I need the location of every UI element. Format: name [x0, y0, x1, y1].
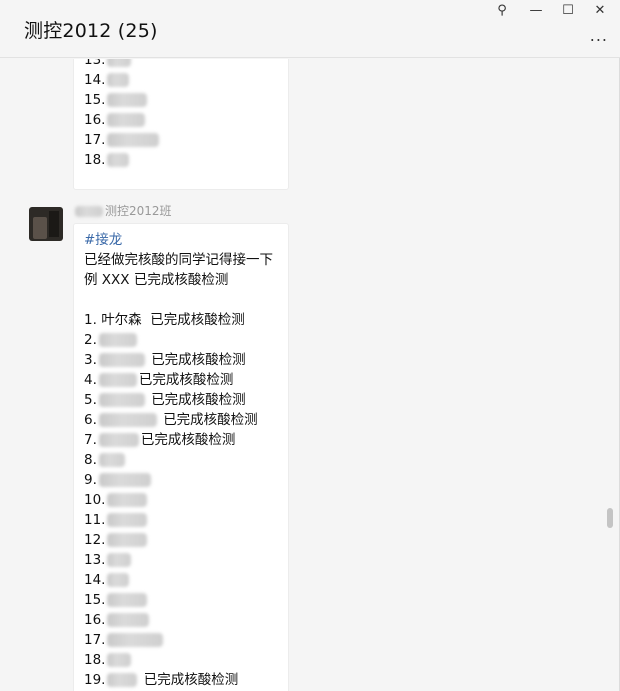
- list-item: 3. 已完成核酸检测: [84, 352, 246, 368]
- list-item: 14.: [84, 570, 278, 590]
- avatar[interactable]: [29, 207, 63, 241]
- list-item: 1. 叶尔森 已完成核酸检测: [84, 312, 245, 328]
- list-item: 4. 已完成核酸检测: [84, 372, 234, 388]
- list-item: 5. 已完成核酸检测: [84, 392, 246, 408]
- message-text: 例 XXX 已完成核酸检测: [84, 272, 229, 288]
- message-bubble[interactable]: #接龙 已经做完核酸的同学记得接一下 例 XXX 已完成核酸检测 1. 叶尔森 …: [73, 223, 289, 691]
- list-item: 18.: [84, 650, 278, 670]
- list-item: 10.: [84, 490, 278, 510]
- list-item: 13.: [84, 550, 278, 570]
- minimize-button[interactable]: —: [520, 0, 552, 20]
- maximize-button[interactable]: ☐: [552, 0, 584, 20]
- message-bubble[interactable]: 13. 14. 15. 16. 17. 18.: [73, 59, 289, 190]
- list-item: 14.: [84, 70, 278, 90]
- message-text: 已经做完核酸的同学记得接一下: [84, 252, 273, 268]
- list-item: 17.: [84, 630, 278, 650]
- close-button[interactable]: ✕: [584, 0, 616, 20]
- hashtag-link[interactable]: #接龙: [84, 230, 278, 250]
- sender-name: 测控2012班: [73, 202, 172, 219]
- list-item: 15.: [84, 90, 278, 110]
- list-item: 6. 已完成核酸检测: [84, 412, 258, 428]
- chat-window: 测控2012 (25) ⚲ — ☐ ✕ ... 13. 14. 15. 16. …: [0, 0, 620, 691]
- list-item: 12.: [84, 530, 278, 550]
- chat-title: 测控2012 (25): [24, 20, 158, 42]
- pin-icon[interactable]: ⚲: [486, 0, 518, 20]
- list-item: 2.: [84, 330, 278, 350]
- title-bar: 测控2012 (25) ⚲ — ☐ ✕ ...: [0, 0, 620, 58]
- list-item: 9.: [84, 470, 278, 490]
- list-item: 15.: [84, 590, 278, 610]
- more-options-icon[interactable]: ...: [590, 26, 608, 45]
- list-item: 7. 已完成核酸检测: [84, 432, 236, 448]
- list-item: 18.: [84, 150, 278, 170]
- scrollbar-thumb[interactable]: [607, 508, 613, 528]
- list-item: 16.: [84, 610, 278, 630]
- list-item: 19. 已完成核酸检测: [84, 672, 239, 688]
- list-item: 13.: [84, 59, 278, 70]
- message-list[interactable]: 13. 14. 15. 16. 17. 18. 测控2012班 #接龙 已经做完…: [0, 59, 620, 691]
- list-item: 8.: [84, 450, 278, 470]
- list-item: 11.: [84, 510, 278, 530]
- list-item: 17.: [84, 130, 278, 150]
- list-item: 16.: [84, 110, 278, 130]
